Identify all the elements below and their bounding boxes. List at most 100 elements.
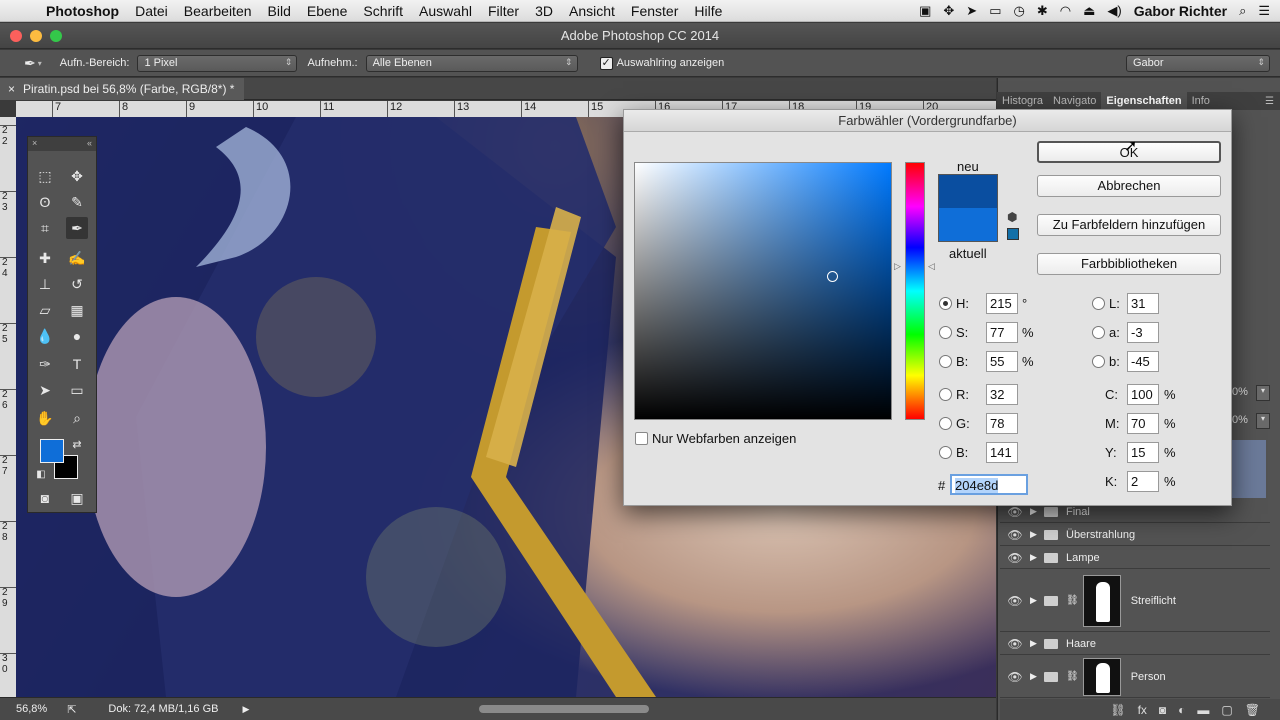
minimize-window-icon[interactable] (30, 30, 42, 42)
history-brush-tool-icon[interactable]: ↺ (66, 273, 88, 295)
layer-mask-thumbnail[interactable] (1082, 657, 1121, 696)
current-color-swatch[interactable] (938, 208, 998, 242)
menu-filter[interactable]: Filter (480, 3, 527, 19)
blue-field[interactable]: 141 (986, 442, 1018, 463)
lab-b-field[interactable]: -45 (1127, 351, 1159, 372)
clone-stamp-tool-icon[interactable]: ⊥ (34, 273, 56, 295)
cancel-button[interactable]: Abbrechen (1037, 175, 1221, 197)
layer-row[interactable]: 👁 ▶ Lampe (1000, 547, 1270, 569)
hand-tool-icon[interactable]: ✋ (34, 407, 56, 429)
out-of-gamut-cube-icon[interactable]: ⬢ (1007, 210, 1017, 224)
panel-menu-icon[interactable]: ☰ (1265, 96, 1274, 107)
menu-ebene[interactable]: Ebene (299, 3, 355, 19)
notification-list-icon[interactable]: ☰ (1258, 3, 1270, 19)
close-panel-icon[interactable]: × (32, 138, 37, 150)
layer-mask-thumbnail[interactable] (1082, 574, 1121, 627)
expand-arrow-icon[interactable]: ▶ (1030, 638, 1044, 649)
screen-mode-icon[interactable]: ▣ (66, 487, 88, 509)
move-tool-icon[interactable]: ✥ (66, 165, 88, 187)
horizontal-scrollbar[interactable] (479, 705, 650, 713)
opacity-value[interactable]: 0% (1232, 386, 1248, 398)
crop-tool-icon[interactable]: ⌗ (34, 217, 56, 239)
saturation-brightness-field[interactable] (634, 162, 892, 420)
sample-size-select[interactable]: 1 Pixel (137, 54, 298, 72)
marquee-tool-icon[interactable]: ⬚ (34, 165, 56, 187)
new-layer-icon[interactable]: ▢ (1221, 703, 1232, 717)
display-icon[interactable]: ▣ (919, 3, 931, 19)
blue-radio[interactable] (939, 446, 952, 459)
hue-slider-right-arrow-icon[interactable]: ◁ (928, 261, 935, 272)
trash-icon[interactable]: 🗑 (1245, 703, 1260, 717)
eyedropper-icon[interactable]: ✒ (24, 55, 36, 72)
eye-icon[interactable]: 👁 (1000, 505, 1030, 519)
adjustment-icon[interactable]: ◐ (1178, 703, 1185, 717)
zoom-tool-icon[interactable]: ⌕ (66, 407, 88, 429)
eye-icon[interactable]: 👁 (1000, 528, 1030, 542)
show-ring-checkbox[interactable]: ✓ (599, 56, 613, 70)
layer-row[interactable]: 👁 ▶ ⛓ Person (1000, 656, 1270, 698)
document-tab[interactable]: × Piratin.psd bei 56,8% (Farbe, RGB/8*) … (0, 77, 245, 100)
volume-icon[interactable]: ◀) (1107, 3, 1121, 19)
add-to-swatches-button[interactable]: Zu Farbfeldern hinzufügen (1037, 214, 1221, 236)
expand-arrow-icon[interactable]: ▶ (1030, 595, 1044, 606)
share-icon[interactable]: ⇱ (67, 703, 76, 716)
menu-auswahl[interactable]: Auswahl (411, 3, 480, 19)
tool-preset-chevron-icon[interactable]: ▾ (38, 59, 42, 68)
menu-ansicht[interactable]: Ansicht (561, 3, 623, 19)
menu-3d[interactable]: 3D (527, 3, 561, 19)
quick-mask-icon[interactable]: ◙ (34, 487, 56, 509)
expand-arrow-icon[interactable]: ▶ (1030, 506, 1044, 517)
hue-radio[interactable] (939, 297, 952, 310)
lab-a-radio[interactable] (1092, 326, 1105, 339)
fx-icon[interactable]: fx (1138, 703, 1147, 717)
eye-icon[interactable]: 👁 (1000, 594, 1030, 608)
brightness-field[interactable]: 55 (986, 351, 1018, 372)
layer-row[interactable]: 👁 ▶ ⛓ Streiflicht (1000, 570, 1270, 632)
dodge-tool-icon[interactable]: ● (66, 325, 88, 347)
type-tool-icon[interactable]: T (66, 353, 88, 375)
airplay-icon[interactable]: ▭ (989, 3, 1001, 19)
yellow-field[interactable]: 15 (1127, 442, 1159, 463)
menu-datei[interactable]: Datei (127, 3, 176, 19)
zoom-window-icon[interactable] (50, 30, 62, 42)
brightness-radio[interactable] (939, 355, 952, 368)
fill-value[interactable]: 0% (1232, 414, 1248, 426)
tab-navigator[interactable]: Navigato (1048, 92, 1101, 110)
hue-slider[interactable] (905, 162, 925, 420)
ruler-vertical[interactable]: 2 2 2 3 2 4 2 5 2 6 2 7 2 8 2 9 3 0 (0, 117, 16, 697)
saturation-radio[interactable] (939, 326, 952, 339)
collapse-panel-icon[interactable]: « (87, 138, 92, 150)
brush-tool-icon[interactable]: ✍ (66, 247, 88, 269)
close-window-icon[interactable] (10, 30, 22, 42)
swap-colors-icon[interactable]: ⇄ (66, 433, 88, 455)
lab-a-field[interactable]: -3 (1127, 322, 1159, 343)
green-radio[interactable] (939, 417, 952, 430)
lab-l-radio[interactable] (1092, 297, 1105, 310)
rectangle-tool-icon[interactable]: ▭ (66, 379, 88, 401)
add-mask-icon[interactable]: ◙ (1159, 703, 1166, 717)
red-radio[interactable] (939, 388, 952, 401)
black-field[interactable]: 2 (1127, 471, 1159, 492)
eject-icon[interactable]: ⏏ (1083, 3, 1095, 19)
lab-l-field[interactable]: 31 (1127, 293, 1159, 314)
saturation-field[interactable]: 77 (986, 322, 1018, 343)
color-libraries-button[interactable]: Farbbibliotheken (1037, 253, 1221, 275)
eye-icon[interactable]: 👁 (1000, 670, 1030, 684)
user-name[interactable]: Gabor Richter (1134, 3, 1227, 19)
wifi-icon[interactable]: ◠ (1060, 3, 1071, 19)
workspace-select[interactable]: Gabor (1126, 54, 1270, 72)
menu-hilfe[interactable]: Hilfe (686, 3, 730, 19)
eye-icon[interactable]: 👁 (1000, 551, 1030, 565)
status-menu-icon[interactable]: ▶ (242, 704, 249, 715)
hue-slider-left-arrow-icon[interactable]: ▷ (894, 261, 901, 272)
expand-arrow-icon[interactable]: ▶ (1030, 529, 1044, 540)
web-safe-color-swatch[interactable] (1007, 228, 1019, 240)
quick-select-tool-icon[interactable]: ✎ (66, 191, 88, 213)
blur-tool-icon[interactable]: 💧 (34, 325, 56, 347)
cyan-field[interactable]: 100 (1127, 384, 1159, 405)
close-tab-icon[interactable]: × (8, 82, 15, 96)
hue-field[interactable]: 215 (986, 293, 1018, 314)
healing-brush-tool-icon[interactable]: ✚ (34, 247, 56, 269)
opacity-dropdown-icon[interactable]: ▾ (1256, 385, 1270, 401)
magenta-field[interactable]: 70 (1127, 413, 1159, 434)
